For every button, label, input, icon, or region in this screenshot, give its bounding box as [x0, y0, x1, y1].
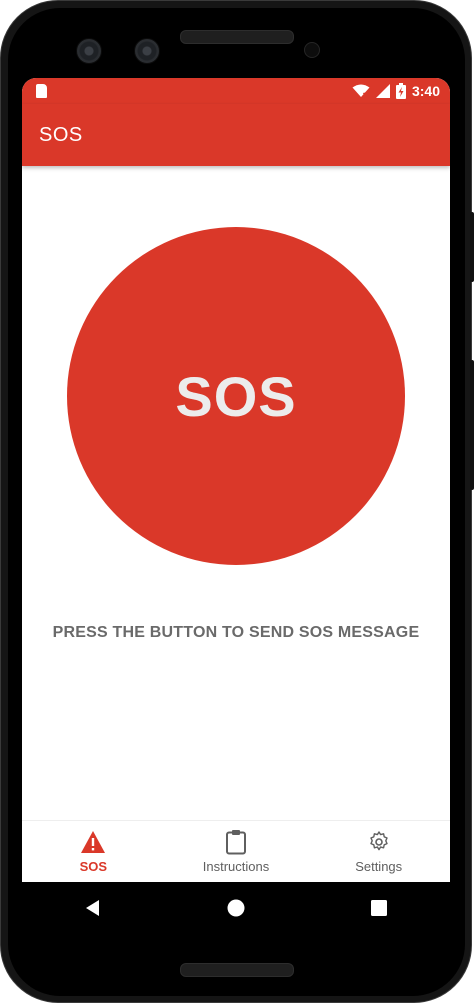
- battery-charging-icon: [395, 83, 406, 99]
- nav-item-settings[interactable]: Settings: [307, 821, 450, 883]
- app-title: SOS: [39, 124, 83, 146]
- earpiece-speaker: [180, 30, 294, 44]
- nav-label-sos: SOS: [79, 859, 108, 874]
- proximity-sensor: [304, 42, 320, 58]
- nav-item-sos[interactable]: SOS: [22, 821, 165, 883]
- sd-card-icon: [36, 84, 47, 98]
- sos-button[interactable]: SOS: [67, 227, 405, 565]
- bottom-speaker: [180, 963, 294, 977]
- app-bar: SOS: [22, 104, 450, 166]
- status-icons: 3:40: [352, 82, 440, 100]
- instruction-text: PRESS THE BUTTON TO SEND SOS MESSAGE: [52, 624, 420, 641]
- system-navigation-bar: [22, 882, 450, 934]
- nav-label-instructions: Instructions: [202, 859, 270, 874]
- recents-icon[interactable]: [359, 888, 399, 928]
- back-icon[interactable]: [73, 888, 113, 928]
- home-icon[interactable]: [216, 888, 256, 928]
- signal-icon: [375, 84, 390, 98]
- status-bar: 3:40: [22, 78, 450, 104]
- wifi-icon: [352, 84, 370, 98]
- power-button: [470, 212, 474, 282]
- volume-button: [470, 360, 474, 490]
- warning-icon: [80, 829, 106, 855]
- sos-button-label: SOS: [175, 364, 297, 428]
- front-camera: [76, 38, 102, 64]
- nav-label-settings: Settings: [355, 859, 403, 874]
- nav-item-instructions[interactable]: Instructions: [165, 821, 308, 883]
- screen: 3:40 SOS SOS PRESS THE BUTTON TO SEND SO…: [22, 78, 450, 934]
- status-time: 3:40: [411, 83, 440, 99]
- bottom-navigation: SOS Instructions Settings: [22, 820, 450, 883]
- clipboard-icon: [223, 829, 249, 855]
- gear-icon: [366, 829, 392, 855]
- front-camera-secondary: [134, 38, 160, 64]
